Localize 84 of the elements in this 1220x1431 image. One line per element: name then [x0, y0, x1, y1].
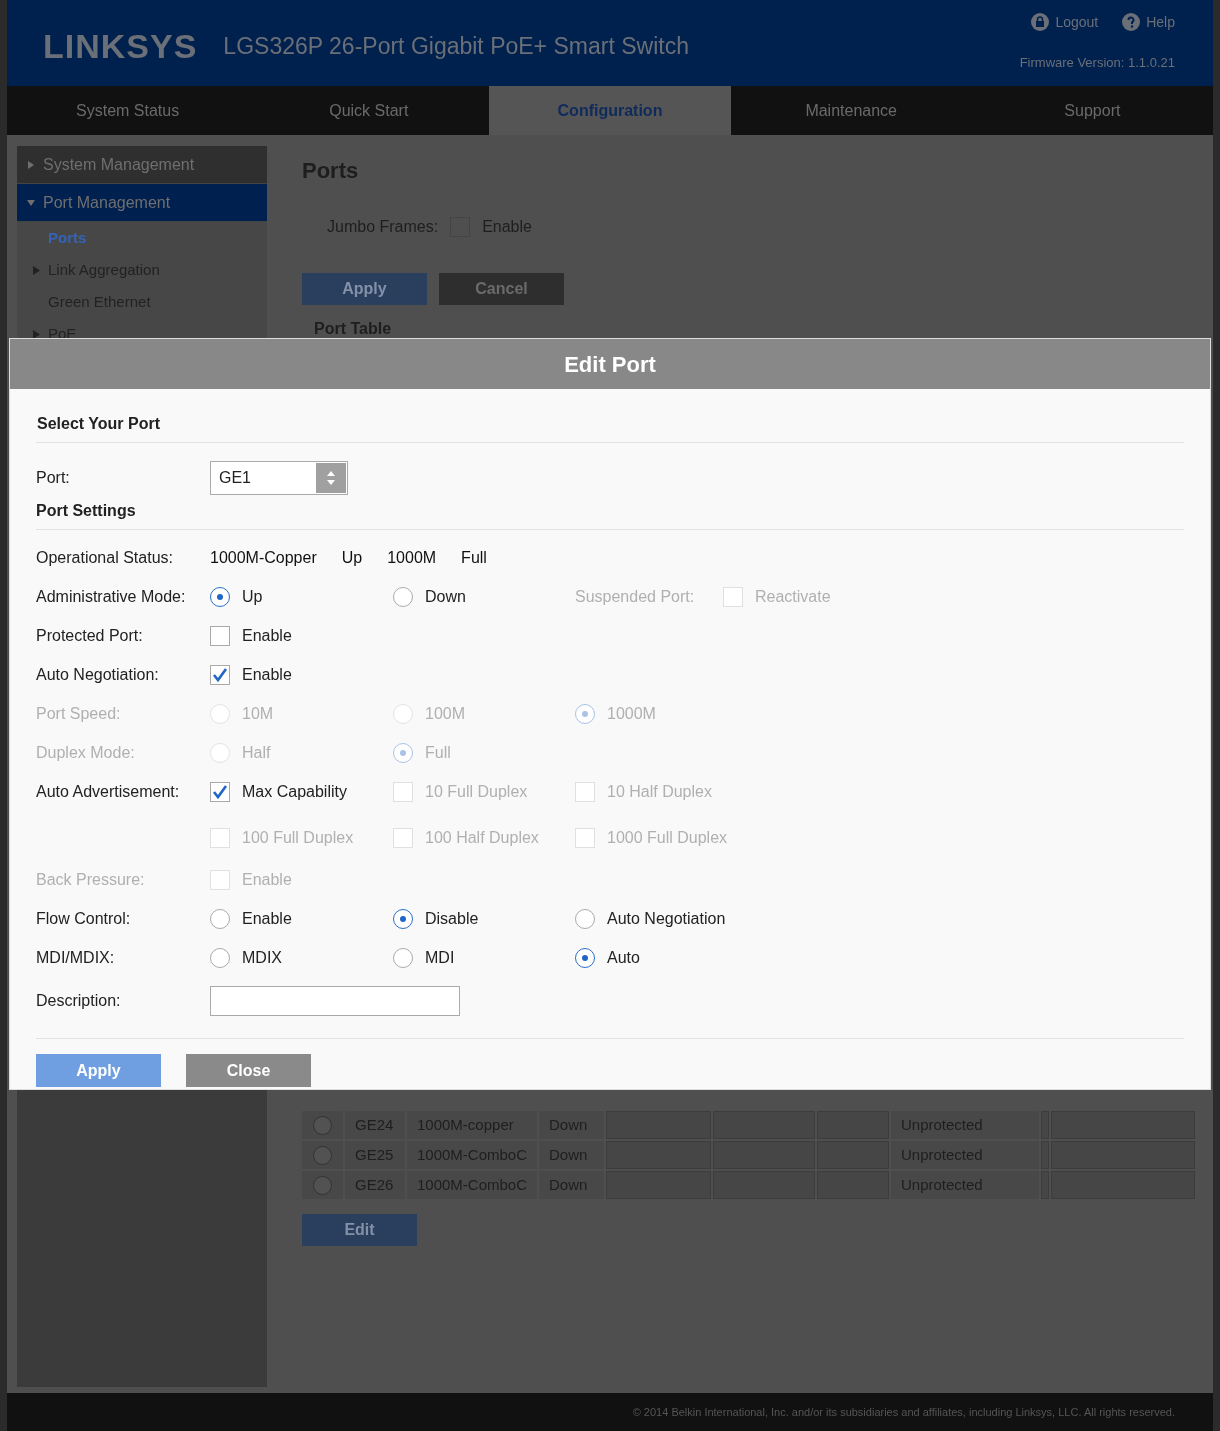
radio-button[interactable]	[210, 947, 230, 968]
status-value: Full	[461, 548, 487, 568]
option-label: Auto Negotiation	[607, 908, 726, 929]
sidebar-item[interactable]: System Management	[17, 146, 267, 184]
option-label: Enable	[242, 664, 292, 685]
field-label: Description:	[36, 991, 122, 1011]
caret-icon	[33, 265, 40, 275]
field-label: Operational Status:	[36, 548, 174, 568]
option-label: Enable	[242, 869, 292, 890]
radio-button[interactable]	[393, 586, 413, 607]
apply-button[interactable]: Apply	[36, 1054, 161, 1087]
edit-button[interactable]: Edit	[302, 1214, 417, 1246]
logout-link[interactable]: Logout	[1031, 11, 1099, 33]
option-label: Enable	[242, 625, 292, 646]
radio-button[interactable]	[210, 908, 230, 929]
nav-tab[interactable]: System Status	[7, 86, 249, 135]
status-value: 1000M-Copper	[210, 548, 317, 568]
option-label: 10 Full Duplex	[425, 781, 528, 802]
radio-button[interactable]	[575, 908, 595, 929]
radio-button[interactable]	[313, 1145, 332, 1165]
product-title: LGS326P 26-Port Gigabit PoE+ Smart Switch	[223, 32, 689, 62]
field-label: Protected Port:	[36, 625, 144, 646]
radio-button[interactable]	[313, 1115, 332, 1135]
field-label: Back Pressure:	[36, 869, 146, 890]
port-select[interactable]: GE1	[210, 461, 348, 495]
radio-button[interactable]	[575, 947, 595, 968]
checkbox[interactable]	[210, 664, 230, 685]
option-label: 100M	[425, 703, 466, 724]
option-label: 100 Half Duplex	[425, 827, 539, 848]
sidebar-item[interactable]: Port Management	[17, 184, 267, 222]
option-label: 1000M	[607, 703, 656, 724]
field-label: Auto Advertisement:	[36, 781, 181, 802]
brand-logo: LINKSYS	[43, 26, 198, 67]
status-value: Up	[341, 548, 363, 568]
status-value: 1000M	[387, 548, 437, 568]
field-label: Auto Negotiation:	[36, 664, 160, 685]
field-label: Administrative Mode:	[36, 586, 187, 607]
option-label: Disable	[425, 908, 479, 929]
caret-icon	[27, 198, 35, 207]
nav-tab[interactable]: Quick Start	[248, 86, 490, 135]
option-label: Max Capability	[242, 781, 347, 802]
radio-button[interactable]	[210, 586, 230, 607]
option-label: Suspended Port:	[575, 586, 696, 607]
field-label: Port:	[36, 468, 71, 488]
option-label: Half	[242, 742, 271, 763]
option-label: Enable	[242, 908, 292, 929]
option-label: 1000 Full Duplex	[607, 827, 728, 848]
option-label: 100 Full Duplex	[242, 827, 354, 848]
option-label: Reactivate	[755, 586, 831, 607]
description-field[interactable]	[210, 986, 460, 1016]
field-label: Flow Control:	[36, 908, 132, 929]
section-heading: Port Settings	[36, 501, 137, 521]
apply-button[interactable]: Apply	[302, 273, 427, 305]
option-label: 10 Half Duplex	[607, 781, 712, 802]
option-label: Full	[425, 742, 451, 763]
close-button[interactable]: Close	[186, 1054, 311, 1087]
firmware-version: Firmware Version: 1.1.0.21	[1019, 53, 1175, 72]
field-label: Duplex Mode:	[36, 742, 136, 763]
help-link[interactable]: Help	[1122, 11, 1175, 33]
nav-tab[interactable]: Maintenance	[730, 86, 972, 135]
section-heading: Select Your Port	[37, 414, 161, 434]
radio-button[interactable]	[393, 908, 413, 929]
copyright-text: © 2014 Belkin International, Inc. and/or its subsidiaries and affiliates, including Linksys, LLC. All rights reserved.	[632, 1404, 1175, 1420]
lock-icon	[1031, 13, 1050, 31]
caret-icon	[27, 160, 35, 169]
option-label: 10M	[242, 703, 274, 724]
help-icon	[1122, 13, 1141, 31]
radio-button[interactable]	[393, 947, 413, 968]
cancel-button[interactable]: Cancel	[439, 273, 564, 305]
caret-icon	[33, 329, 40, 339]
nav-tab[interactable]: Support	[971, 86, 1213, 135]
option-label: MDI	[425, 947, 455, 968]
nav-tab[interactable]: Configuration	[489, 86, 731, 135]
option-label: Up	[242, 586, 263, 607]
dialog-title: Edit Port	[564, 350, 656, 379]
checkbox[interactable]	[210, 625, 230, 646]
field-label: MDI/MDIX:	[36, 947, 116, 968]
option-label: Auto	[607, 947, 640, 968]
field-label: Port Speed:	[36, 703, 122, 724]
checkbox[interactable]	[210, 781, 230, 802]
option-label: MDIX	[242, 947, 282, 968]
radio-button[interactable]	[313, 1175, 332, 1195]
spinner-arrows-icon	[326, 470, 336, 486]
option-label: Down	[425, 586, 466, 607]
